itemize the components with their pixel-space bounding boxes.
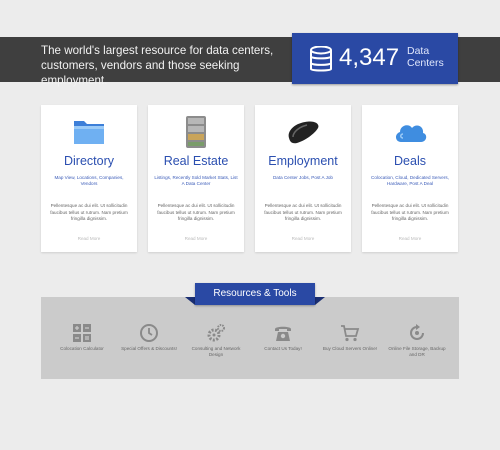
card-title[interactable]: Directory bbox=[41, 154, 137, 169]
data-center-count: 4,347 bbox=[339, 44, 400, 71]
card-description: Pellentesque ac dui elit. Ut sollicitudi… bbox=[264, 203, 342, 222]
tool-online-storage[interactable]: Online File Storage, Backup and DR bbox=[385, 323, 449, 358]
tool-buy-cloud[interactable]: Buy Cloud Servers Online! bbox=[318, 323, 382, 352]
card-links[interactable]: Data Center Jobs, Post A Job bbox=[261, 175, 345, 181]
read-more-link[interactable]: Read More bbox=[41, 236, 137, 241]
read-more-link[interactable]: Read More bbox=[148, 236, 244, 241]
tool-label: Online File Storage, Backup and DR bbox=[388, 346, 446, 357]
mouse-icon bbox=[288, 121, 319, 144]
backup-icon bbox=[410, 324, 424, 340]
clock-icon bbox=[140, 324, 158, 342]
tool-label: Contact Us Today! bbox=[264, 346, 302, 351]
tool-label: Colocation Calculator bbox=[60, 346, 104, 351]
ribbon-fold-right bbox=[315, 297, 325, 305]
card-links[interactable]: Listings, Recently Sold Market Stats, Li… bbox=[154, 175, 238, 188]
data-center-counter[interactable]: 4,347 Data Centers bbox=[292, 33, 458, 84]
card-description: Pellentesque ac dui elit. Ut sollicitudi… bbox=[50, 203, 128, 222]
card-title[interactable]: Deals bbox=[362, 154, 458, 169]
tool-consulting[interactable]: Consulting and Network Design bbox=[184, 323, 248, 358]
tool-label: Buy Cloud Servers Online! bbox=[322, 346, 378, 351]
database-icon bbox=[310, 46, 332, 72]
card-description: Pellentesque ac dui elit. Ut sollicitudi… bbox=[371, 203, 449, 222]
tool-label: Consulting and Network Design bbox=[191, 346, 241, 357]
ribbon-fold-left bbox=[185, 297, 195, 305]
server-icon bbox=[186, 116, 206, 148]
read-more-link[interactable]: Read More bbox=[255, 236, 351, 241]
tagline: The world's largest resource for data ce… bbox=[41, 44, 274, 87]
resources-title: Resources & Tools bbox=[195, 283, 315, 305]
tool-colocation-calculator[interactable]: Colocation Calculator bbox=[50, 323, 114, 352]
deals-card[interactable]: Deals Colocation, Cloud, Dedicated Serve… bbox=[362, 105, 458, 252]
tool-label: Special Offers & Discounts! bbox=[121, 346, 177, 351]
card-links[interactable]: Map View, Locations, Companies, Vendors bbox=[47, 175, 131, 188]
directory-card[interactable]: Directory Map View, Locations, Companies… bbox=[41, 105, 137, 252]
real-estate-card[interactable]: Real Estate Listings, Recently Sold Mark… bbox=[148, 105, 244, 252]
folder-icon bbox=[74, 121, 104, 144]
data-center-count-label: Data Centers bbox=[407, 45, 444, 69]
card-title[interactable]: Real Estate bbox=[148, 154, 244, 169]
card-title[interactable]: Employment bbox=[255, 154, 351, 169]
tool-contact-us[interactable]: Contact Us Today! bbox=[251, 323, 315, 352]
gears-icon bbox=[207, 324, 225, 342]
phone-icon bbox=[275, 326, 291, 341]
read-more-link[interactable]: Read More bbox=[362, 236, 458, 241]
cloud-icon bbox=[395, 125, 427, 142]
card-description: Pellentesque ac dui elit. Ut sollicitudi… bbox=[157, 203, 235, 222]
cart-icon bbox=[341, 325, 360, 342]
employment-card[interactable]: Employment Data Center Jobs, Post A Job … bbox=[255, 105, 351, 252]
calculator-icon bbox=[73, 324, 91, 342]
tool-special-offers[interactable]: Special Offers & Discounts! bbox=[117, 323, 181, 352]
card-links[interactable]: Colocation, Cloud, Dedicated Servers, Ha… bbox=[368, 175, 452, 188]
